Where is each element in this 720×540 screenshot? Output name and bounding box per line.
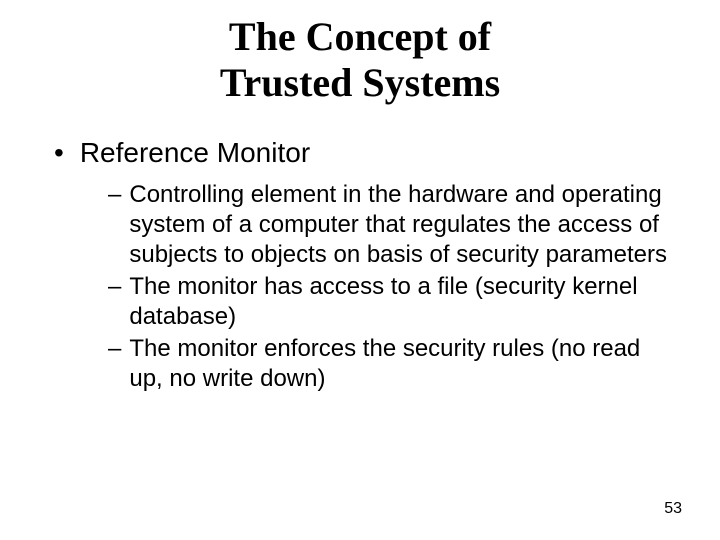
bullet-level2: – The monitor enforces the security rule…: [108, 334, 670, 394]
bullet-level1: • Reference Monitor: [50, 136, 670, 170]
title-line-2: Trusted Systems: [220, 60, 500, 105]
bullet-level2-text: Controlling element in the hardware and …: [129, 180, 670, 270]
page-number: 53: [664, 500, 682, 518]
bullet-level2: – Controlling element in the hardware an…: [108, 180, 670, 270]
dash-icon: –: [108, 180, 121, 210]
bullet-level2: – The monitor has access to a file (secu…: [108, 272, 670, 332]
slide-content: • Reference Monitor – Controlling elemen…: [0, 106, 720, 394]
dash-icon: –: [108, 272, 121, 302]
slide-title: The Concept of Trusted Systems: [0, 0, 720, 106]
dash-icon: –: [108, 334, 121, 364]
bullet-level2-text: The monitor enforces the security rules …: [129, 334, 670, 394]
sub-bullet-list: – Controlling element in the hardware an…: [50, 180, 670, 394]
bullet-level2-text: The monitor has access to a file (securi…: [129, 272, 670, 332]
title-line-1: The Concept of: [229, 14, 491, 59]
bullet-dot-icon: •: [54, 136, 64, 170]
bullet-level1-text: Reference Monitor: [80, 136, 310, 170]
